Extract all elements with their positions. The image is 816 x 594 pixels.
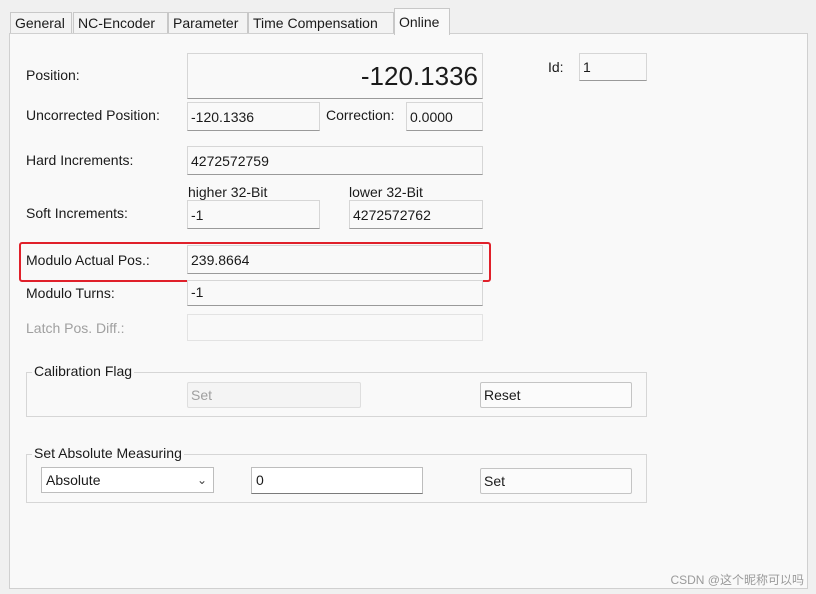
modulo-turns-label: Modulo Turns: <box>26 285 115 301</box>
calibration-reset-button[interactable]: Reset <box>480 382 632 408</box>
uncorrected-position-field: -120.1336 <box>187 102 320 131</box>
hard-increments-field: 4272572759 <box>187 146 483 175</box>
tab-nc-encoder[interactable]: NC-Encoder <box>73 12 168 34</box>
position-field: -120.1336 <box>187 53 483 99</box>
correction-field: 0.0000 <box>406 102 483 131</box>
soft-increments-label: Soft Increments: <box>26 205 128 221</box>
soft-increments-low-field: 4272572762 <box>349 200 483 229</box>
measuring-mode-select[interactable]: Absolute ⌄ <box>41 467 214 493</box>
modulo-turns-field: -1 <box>187 280 483 306</box>
tab-parameter[interactable]: Parameter <box>168 12 248 34</box>
modulo-actual-pos-field: 239.8664 <box>187 245 483 274</box>
calibration-set-button[interactable]: Set <box>187 382 361 408</box>
tab-time-compensation[interactable]: Time Compensation <box>248 12 394 34</box>
latch-pos-diff-field <box>187 314 483 341</box>
id-field: 1 <box>579 53 647 81</box>
id-label: Id: <box>548 59 564 75</box>
chevron-down-icon: ⌄ <box>196 473 207 487</box>
hard-increments-label: Hard Increments: <box>26 152 134 168</box>
watermark-text: CSDN @这个昵称可以吗 <box>670 573 804 587</box>
tab-bar: General NC-Encoder Parameter Time Compen… <box>0 0 816 35</box>
modulo-actual-pos-label: Modulo Actual Pos.: <box>26 252 150 268</box>
correction-label: Correction: <box>326 107 395 123</box>
position-label: Position: <box>26 67 80 83</box>
uncorrected-position-label: Uncorrected Position: <box>26 107 160 123</box>
soft-increments-high-field: -1 <box>187 200 320 229</box>
calibration-flag-title: Calibration Flag <box>32 363 135 379</box>
tab-general[interactable]: General <box>10 12 72 34</box>
higher-32-bit-label: higher 32-Bit <box>188 184 268 200</box>
absolute-value-input[interactable]: 0 <box>251 467 423 494</box>
set-absolute-measuring-title: Set Absolute Measuring <box>32 445 184 461</box>
absolute-set-button[interactable]: Set <box>480 468 632 494</box>
lower-32-bit-label: lower 32-Bit <box>349 184 423 200</box>
measuring-mode-value: Absolute <box>46 472 101 488</box>
tab-online[interactable]: Online <box>394 8 450 35</box>
latch-pos-diff-label: Latch Pos. Diff.: <box>26 320 125 336</box>
